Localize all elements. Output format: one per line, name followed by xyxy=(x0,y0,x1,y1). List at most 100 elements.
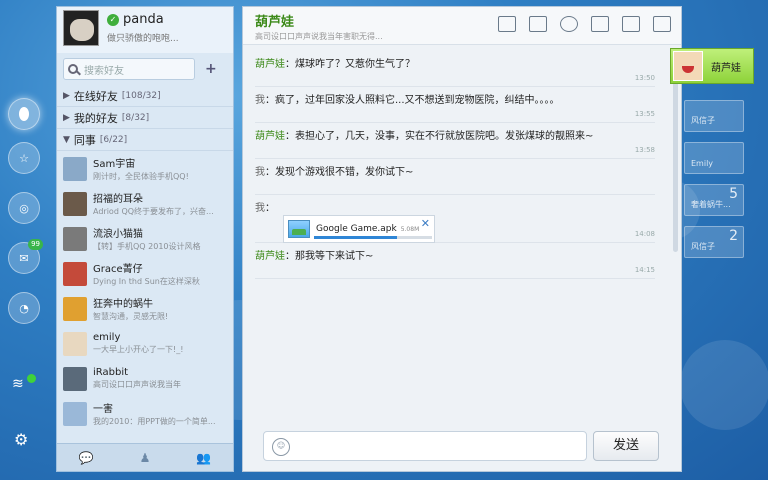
my-avatar[interactable] xyxy=(63,10,99,46)
chat-message: 我：发现个游戏很不错，发你试下~ xyxy=(255,159,655,195)
group-colleagues[interactable]: ▼ 同事 [6/22] xyxy=(57,129,233,151)
camera-icon[interactable] xyxy=(591,16,609,32)
emoji-icon[interactable]: ☺ xyxy=(272,438,290,456)
chat-window: 葫芦娃 高司设口口声声说我当年害职无得... 葫芦娃：煤球咋了？又惹你生气了？ 1… xyxy=(242,6,682,472)
contact-item[interactable]: iRabbit 高司设口口声声说我当年 xyxy=(57,361,233,396)
contact-avatar xyxy=(63,331,87,356)
chat-tab[interactable]: Emily xyxy=(684,142,744,174)
message-text: 那我等下来试下~ xyxy=(295,251,374,262)
my-profile[interactable]: ✓ panda 做只骄傲的咆咆... xyxy=(57,7,233,53)
contact-item[interactable]: 招福的耳朵 Adriod QQ终于要发布了，兴奋... xyxy=(57,186,233,221)
message-text: 表担心了，几天，没事，实在不行就放医院吧。发张煤球的靓照来~ xyxy=(295,131,594,142)
contact-item[interactable]: 流浪小猫猫 【转】手机QQ 2010设计风格 xyxy=(57,221,233,256)
star-icon[interactable]: ☆ xyxy=(8,142,40,174)
chat-header: 葫芦娃 高司设口口声声说我当年害职无得... xyxy=(243,7,681,45)
contact-item[interactable]: Sam宇宙 刚计时，全民体验手机QQ! xyxy=(57,151,233,186)
group-label: 在线好友 xyxy=(73,89,118,103)
contact-name: 狂奔中的蜗牛 xyxy=(93,299,153,310)
contact-avatar xyxy=(63,401,87,426)
message-icon[interactable]: ✉ 99 xyxy=(8,239,43,274)
message-input[interactable]: ☺ xyxy=(263,431,587,461)
active-chat-avatar xyxy=(673,51,703,81)
message-sender: 葫芦娃 xyxy=(255,59,285,70)
contact-avatar xyxy=(63,226,87,251)
qq-penguin-icon[interactable] xyxy=(8,98,40,130)
search-icon xyxy=(68,64,78,74)
contact-name: emily xyxy=(93,332,121,343)
contact-name: 流浪小猫猫 xyxy=(93,229,143,240)
active-chat-name: 葫芦娃 xyxy=(711,62,741,74)
group-count: [8/32] xyxy=(121,112,150,123)
message-time: 13:58 xyxy=(634,146,655,154)
contact-item[interactable]: Grace菁仔 Dying In thd Sun在这样深秋 xyxy=(57,256,233,291)
contact-avatar xyxy=(63,296,87,321)
image-file-icon xyxy=(288,220,310,238)
message-time: 14:15 xyxy=(634,266,655,274)
my-signature[interactable]: 做只骄傲的咆咆... xyxy=(107,31,179,44)
chat-tab-name: 奢着蜗牛... xyxy=(691,200,731,209)
contact-name: 招福的耳朵 xyxy=(93,194,143,205)
active-chat-tab[interactable]: 葫芦娃 xyxy=(670,48,754,84)
online-check-icon[interactable]: ✓ xyxy=(107,13,119,26)
discover-icon[interactable]: ◎ xyxy=(8,192,40,224)
contact-name: Grace菁仔 xyxy=(93,264,143,275)
contact-avatar xyxy=(63,366,87,391)
contact-signature: Dying In thd Sun在这样深秋 xyxy=(93,277,200,286)
file-transfer-card[interactable]: Google Game.apk 5.08M ✕ xyxy=(283,215,435,243)
group-my-friends[interactable]: ▶ 我的好友 [8/32] xyxy=(57,107,233,129)
groups-icon[interactable]: 👥 xyxy=(196,450,212,466)
settings-gear-icon[interactable]: ⚙ xyxy=(14,430,28,449)
search-input[interactable]: 搜索好友 xyxy=(63,58,195,80)
contacts-penguin-icon[interactable]: ♟ xyxy=(137,450,153,466)
contact-name: Sam宇宙 xyxy=(93,159,136,170)
cancel-transfer-icon[interactable]: ✕ xyxy=(421,217,430,230)
more-tools-icon[interactable] xyxy=(653,16,671,32)
contact-list: Sam宇宙 刚计时，全民体验手机QQ! 招福的耳朵 Adriod QQ终于要发布了，兴… xyxy=(57,151,233,431)
file-size: 5.08M xyxy=(400,225,420,233)
send-button[interactable]: 发送 xyxy=(593,431,659,461)
chat-tab[interactable]: 风信子 xyxy=(684,100,744,132)
left-rail: ☆ ◎ ✉ 99 ◔ ≋ ⚙ xyxy=(0,0,48,480)
contact-item[interactable]: 一害 我的2010：用PPT做的一个简单... xyxy=(57,396,233,431)
recent-chats-icon[interactable]: 💬 xyxy=(78,450,94,466)
send-image-icon[interactable] xyxy=(622,16,640,32)
chat-tab[interactable]: 2 风信子 xyxy=(684,226,744,258)
contact-signature: 高司设口口声声说我当年 xyxy=(93,380,181,389)
message-badge: 99 xyxy=(28,239,43,250)
message-list: 葫芦娃：煤球咋了？又惹你生气了？ 13:50 我：疯了，过年回家没人照料它...又不… xyxy=(255,51,655,279)
open-chats-strip: 葫芦娃 风信子 Emily 5 奢着蜗牛... 2 风信子 xyxy=(670,0,768,480)
unread-count: 2 xyxy=(729,228,738,244)
message-text: 发现个游戏很不错，发你试下~ xyxy=(275,167,414,178)
contacts-footer: 💬 ♟ 👥 xyxy=(57,443,233,471)
chat-tab-name: Emily xyxy=(691,159,714,168)
message-sender: 我 xyxy=(255,167,265,178)
chat-subtitle: 高司设口口声声说我当年害职无得... xyxy=(255,32,383,41)
contact-name: 一害 xyxy=(93,404,113,415)
contact-avatar xyxy=(63,156,87,181)
contact-avatar xyxy=(63,261,87,286)
message-sender: 葫芦娃 xyxy=(255,131,285,142)
transfer-progress-bar xyxy=(314,236,432,239)
contact-item[interactable]: 狂奔中的蜗牛 智慧沟通，灵感无限! xyxy=(57,291,233,326)
video-call-icon[interactable] xyxy=(560,16,578,32)
message-sender: 葫芦娃 xyxy=(255,251,285,262)
group-label: 同事 xyxy=(73,133,96,147)
chat-toolbar xyxy=(485,16,671,32)
message-text: 疯了，过年回家没人照料它...又不想送到宠物医院，纠结中。。。。 xyxy=(275,95,560,106)
contact-signature: Adriod QQ终于要发布了，兴奋... xyxy=(93,207,214,216)
contact-name: iRabbit xyxy=(93,367,129,378)
send-file-icon[interactable] xyxy=(498,16,516,32)
group-count: [6/22] xyxy=(99,134,128,145)
message-time: 13:55 xyxy=(634,110,655,118)
chat-tab[interactable]: 5 奢着蜗牛... xyxy=(684,184,744,216)
chat-message: 葫芦娃：那我等下来试下~ 14:15 xyxy=(255,243,655,279)
group-online-friends[interactable]: ▶ 在线好友 [108/32] xyxy=(57,85,233,107)
app-center-icon[interactable]: ◔ xyxy=(8,292,40,324)
contact-item[interactable]: emily 一大早上小开心了一下!_! xyxy=(57,326,233,361)
add-friend-icon[interactable]: + xyxy=(205,61,217,77)
contact-card-icon[interactable] xyxy=(529,16,547,32)
my-nickname: panda xyxy=(123,12,164,27)
online-status-icon[interactable]: ≋ xyxy=(12,374,36,394)
message-sender: 我 xyxy=(255,95,265,106)
chat-tab-name: 风信子 xyxy=(691,116,715,125)
